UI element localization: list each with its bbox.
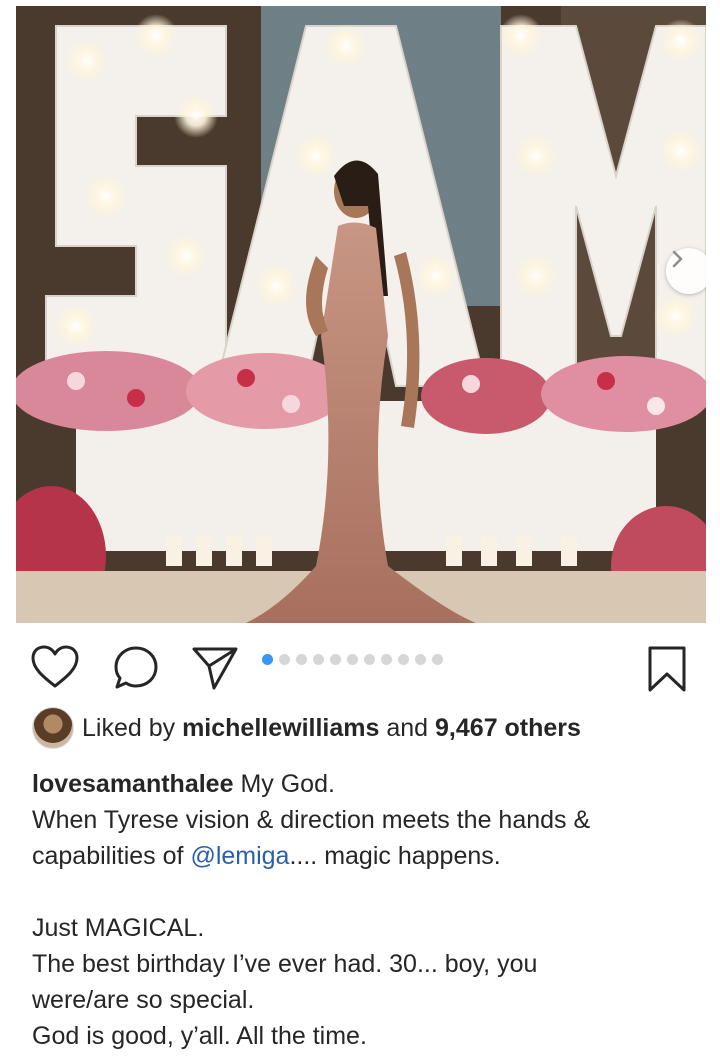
caption-line: Just MAGICAL. <box>32 914 205 942</box>
likes-count[interactable]: 9,467 others <box>435 714 581 743</box>
caption-mention-link[interactable]: @lemiga <box>190 842 289 870</box>
caption-username[interactable]: lovesamanthalee <box>32 770 234 798</box>
carousel-dot <box>313 654 324 665</box>
liker-username[interactable]: michellewilliams <box>182 714 379 743</box>
caption-line: capabilities of @lemiga.... magic happen… <box>32 838 702 874</box>
carousel-dot <box>330 654 341 665</box>
post-action-bar <box>0 630 720 706</box>
comment-icon <box>114 646 158 689</box>
carousel-dot <box>398 654 409 665</box>
caption-line: When Tyrese vision & direction meets the… <box>32 806 591 834</box>
photo-scene <box>16 6 706 623</box>
likes-and: and <box>386 713 429 742</box>
caption-line: lovesamanthalee My God. <box>32 766 702 802</box>
caption-first-text: My God. <box>240 770 335 798</box>
post-caption: lovesamanthalee My God. When Tyrese visi… <box>32 766 702 1054</box>
likes-prefix: Liked by <box>82 713 176 742</box>
carousel-indicator <box>262 654 443 665</box>
carousel-dot <box>381 654 392 665</box>
liker-avatar[interactable] <box>32 707 74 749</box>
carousel-dot <box>364 654 375 665</box>
heart-icon <box>31 645 79 688</box>
carousel-dot <box>279 654 290 665</box>
share-button[interactable] <box>190 644 240 697</box>
likes-summary: Liked by michellewilliams and 9,467 othe… <box>32 706 581 750</box>
comment-button[interactable] <box>112 644 160 697</box>
share-icon <box>192 647 238 690</box>
carousel-dot <box>432 654 443 665</box>
post-photo[interactable] <box>16 6 706 623</box>
caption-line3-prefix: capabilities of <box>32 842 184 870</box>
caption-line: were/are so special. <box>32 986 255 1014</box>
carousel-dot <box>347 654 358 665</box>
bookmark-icon <box>648 646 686 692</box>
caption-line3-suffix: .... magic happens. <box>289 842 501 870</box>
save-button[interactable] <box>646 644 688 699</box>
carousel-dot <box>296 654 307 665</box>
carousel-dot <box>262 654 273 665</box>
caption-line: God is good, y’all. All the time. <box>32 1022 367 1050</box>
like-button[interactable] <box>30 644 80 695</box>
carousel-next-button[interactable] <box>666 248 706 294</box>
carousel-dot <box>415 654 426 665</box>
caption-line: The best birthday I’ve ever had. 30... b… <box>32 950 538 978</box>
chevron-right-icon <box>672 250 683 268</box>
